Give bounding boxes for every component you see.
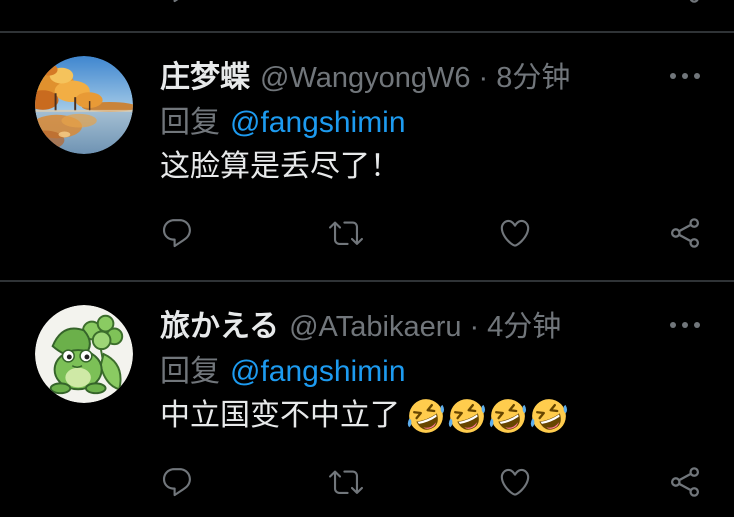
heart-icon[interactable] [498, 465, 532, 499]
menu-dot [670, 73, 676, 79]
menu-dot [670, 322, 676, 328]
tweet-header: 庄梦蝶 @WangyongW6 · 8分钟 [160, 59, 570, 97]
tweet[interactable]: 旅かえる @ATabikaeru · 4分钟 回复 @fangshimin 中立… [0, 282, 734, 517]
emoji-group [407, 397, 571, 435]
replying-to: 回复 @fangshimin [160, 353, 406, 391]
more-horizontal-icon[interactable] [670, 322, 700, 328]
tweet-text: 这脸算是丢尽了！ [160, 150, 400, 183]
reply-timeline: 庄梦蝶 @WangyongW6 · 8分钟 回复 @fangshimin 这脸算… [0, 0, 734, 517]
tweet-actions [0, 465, 734, 499]
reply-label: 回复 [160, 106, 220, 139]
tweet-actions [0, 216, 734, 250]
avatar[interactable] [35, 56, 133, 154]
reply-icon[interactable] [160, 0, 194, 5]
reply-label: 回复 [160, 355, 220, 388]
previous-tweet-actions [0, 0, 734, 31]
mention-link[interactable]: @fangshimin [230, 353, 406, 391]
reply-icon[interactable] [160, 465, 194, 499]
share-icon[interactable] [668, 216, 702, 250]
replying-to: 回复 @fangshimin [160, 104, 406, 142]
tweet-text: 中立国变不中立了 [160, 399, 400, 432]
rolling-on-the-floor-laughing-emoji [448, 397, 486, 435]
separator-dot: · [478, 62, 489, 94]
share-icon[interactable] [668, 0, 702, 5]
timestamp[interactable]: 8分钟 [496, 59, 570, 97]
tweet[interactable]: 庄梦蝶 @WangyongW6 · 8分钟 回复 @fangshimin 这脸算… [0, 33, 734, 280]
share-icon[interactable] [668, 465, 702, 499]
tweet-body: 中立国变不中立了 [160, 397, 571, 435]
rolling-on-the-floor-laughing-emoji [530, 397, 568, 435]
display-name[interactable]: 旅かえる [160, 308, 279, 346]
separator-dot: · [469, 311, 480, 343]
user-handle[interactable]: @ATabikaeru [289, 308, 461, 346]
menu-dot [682, 73, 688, 79]
menu-dot [694, 322, 700, 328]
retweet-icon[interactable] [329, 216, 363, 250]
autumn-trees-reflection-avatar [35, 56, 133, 154]
menu-dot [694, 73, 700, 79]
tweet-body: 这脸算是丢尽了！ [160, 148, 400, 186]
display-name[interactable]: 庄梦蝶 [160, 59, 250, 97]
rolling-on-the-floor-laughing-emoji [407, 397, 445, 435]
more-horizontal-icon[interactable] [670, 73, 700, 79]
retweet-icon[interactable] [329, 465, 363, 499]
timestamp[interactable]: 4分钟 [487, 308, 561, 346]
travel-frog-avatar [35, 305, 133, 403]
reply-icon[interactable] [160, 216, 194, 250]
menu-dot [682, 322, 688, 328]
avatar[interactable] [35, 305, 133, 403]
user-handle[interactable]: @WangyongW6 [260, 59, 471, 97]
rolling-on-the-floor-laughing-emoji [489, 397, 527, 435]
heart-icon[interactable] [498, 216, 532, 250]
tweet-header: 旅かえる @ATabikaeru · 4分钟 [160, 308, 561, 346]
mention-link[interactable]: @fangshimin [230, 104, 406, 142]
